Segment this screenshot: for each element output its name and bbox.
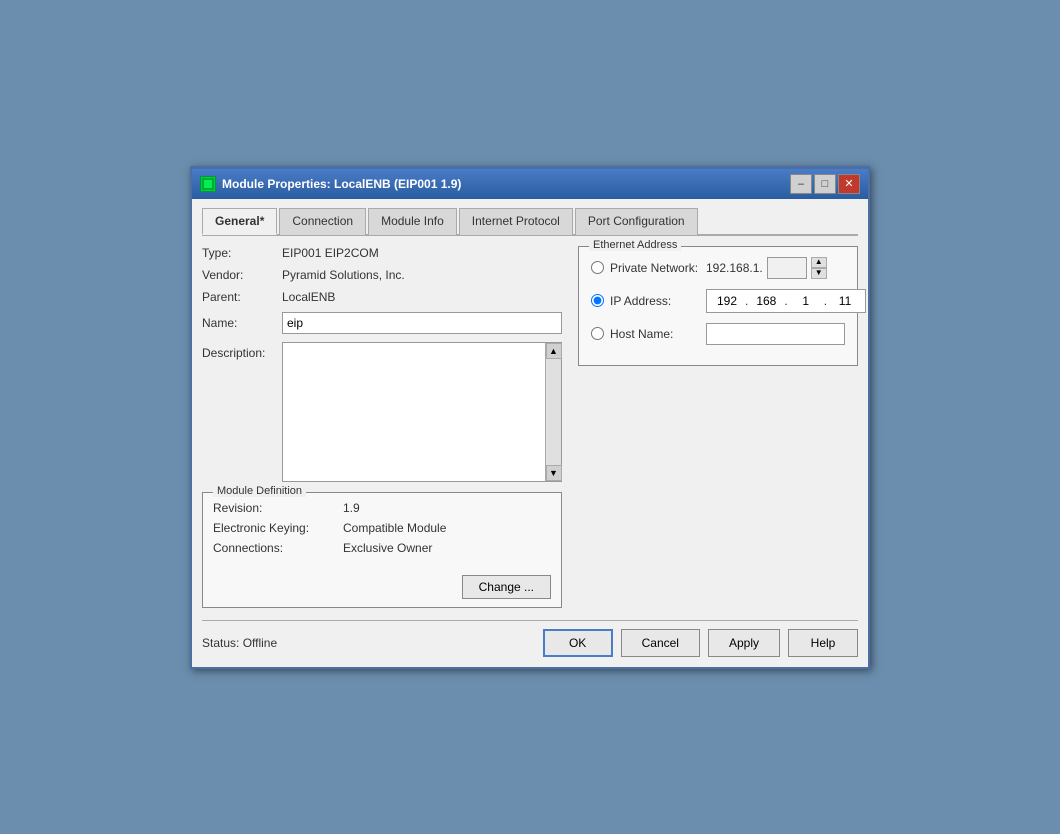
cancel-button[interactable]: Cancel [621, 629, 700, 657]
type-label: Type: [202, 246, 282, 260]
private-network-last-octet[interactable] [767, 257, 807, 279]
spin-down-button[interactable]: ▼ [811, 268, 827, 279]
vendor-value: Pyramid Solutions, Inc. [282, 268, 405, 282]
module-definition-title: Module Definition [213, 485, 306, 497]
vendor-row: Vendor: Pyramid Solutions, Inc. [202, 268, 562, 282]
revision-value: 1.9 [343, 501, 360, 515]
spinner-group: ▲ ▼ [811, 257, 827, 279]
status-value: Offline [243, 636, 277, 650]
close-button[interactable]: ✕ [838, 174, 860, 194]
tab-connection[interactable]: Connection [279, 208, 366, 235]
ip-part-1[interactable] [713, 294, 741, 308]
left-panel: Type: EIP001 EIP2COM Vendor: Pyramid Sol… [202, 246, 562, 608]
maximize-button[interactable]: □ [814, 174, 836, 194]
window-title: Module Properties: LocalENB (EIP001 1.9) [222, 177, 461, 191]
revision-row: Revision: 1.9 [213, 501, 551, 515]
vendor-label: Vendor: [202, 268, 282, 282]
status-prefix: Status: [202, 636, 243, 650]
window-icon [200, 176, 216, 192]
ip-part-4[interactable] [831, 294, 859, 308]
status-area: Status: Offline [202, 636, 277, 650]
connections-label: Connections: [213, 541, 343, 555]
electronic-keying-label: Electronic Keying: [213, 521, 343, 535]
private-network-prefix: 192.168.1. [706, 261, 763, 275]
spin-up-button[interactable]: ▲ [811, 257, 827, 268]
ip-address-row: IP Address: . . . [591, 289, 845, 313]
name-input[interactable] [282, 312, 562, 334]
description-scrollbar[interactable]: ▲ ▼ [545, 343, 561, 481]
ip-address-label: IP Address: [610, 294, 700, 308]
ip-sep-2: . [784, 294, 787, 308]
help-button[interactable]: Help [788, 629, 858, 657]
type-row: Type: EIP001 EIP2COM [202, 246, 562, 260]
ip-sep-1: . [745, 294, 748, 308]
description-label: Description: [202, 342, 282, 482]
connections-row: Connections: Exclusive Owner [213, 541, 551, 555]
footer-buttons: OK Cancel Apply Help [543, 629, 858, 657]
module-definition-group: Module Definition Revision: 1.9 Electron… [202, 492, 562, 608]
hostname-radio[interactable] [591, 327, 604, 340]
scroll-down-arrow[interactable]: ▼ [546, 465, 562, 481]
private-input-group: 192.168.1. ▲ ▼ [706, 257, 827, 279]
apply-button[interactable]: Apply [708, 629, 780, 657]
ethernet-title: Ethernet Address [589, 239, 681, 251]
change-button[interactable]: Change ... [462, 575, 551, 599]
minimize-button[interactable]: – [790, 174, 812, 194]
right-panel: Ethernet Address Private Network: 192.16… [578, 246, 858, 608]
private-network-row: Private Network: 192.168.1. ▲ ▼ [591, 257, 845, 279]
tab-module-info[interactable]: Module Info [368, 208, 457, 235]
private-network-label: Private Network: [610, 261, 700, 275]
change-btn-row: Change ... [213, 575, 551, 599]
description-wrapper: ▲ ▼ [282, 342, 562, 482]
tab-port-configuration[interactable]: Port Configuration [575, 208, 698, 235]
tab-bar: General* Connection Module Info Internet… [202, 207, 858, 236]
hostname-label: Host Name: [610, 327, 700, 341]
title-buttons: – □ ✕ [790, 174, 860, 194]
scroll-up-arrow[interactable]: ▲ [546, 343, 562, 359]
electronic-keying-value: Compatible Module [343, 521, 446, 535]
hostname-input[interactable] [706, 323, 845, 345]
name-row: Name: [202, 312, 562, 334]
revision-label: Revision: [213, 501, 343, 515]
private-network-radio[interactable] [591, 261, 604, 274]
tab-internet-protocol[interactable]: Internet Protocol [459, 208, 573, 235]
content-area: Type: EIP001 EIP2COM Vendor: Pyramid Sol… [202, 246, 858, 608]
ethernet-group: Ethernet Address Private Network: 192.16… [578, 246, 858, 366]
ip-sep-3: . [824, 294, 827, 308]
ip-part-3[interactable] [792, 294, 820, 308]
description-area: Description: ▲ ▼ [202, 342, 562, 482]
parent-value: LocalENB [282, 290, 335, 304]
description-textarea[interactable] [283, 343, 545, 481]
type-value: EIP001 EIP2COM [282, 246, 379, 260]
connections-value: Exclusive Owner [343, 541, 432, 555]
hostname-row: Host Name: [591, 323, 845, 345]
name-label: Name: [202, 316, 282, 330]
ip-address-radio[interactable] [591, 294, 604, 307]
ok-button[interactable]: OK [543, 629, 613, 657]
title-bar: Module Properties: LocalENB (EIP001 1.9)… [192, 169, 868, 199]
electronic-keying-row: Electronic Keying: Compatible Module [213, 521, 551, 535]
parent-label: Parent: [202, 290, 282, 304]
ip-part-2[interactable] [752, 294, 780, 308]
ip-address-box: . . . [706, 289, 866, 313]
footer: Status: Offline OK Cancel Apply Help [202, 620, 858, 657]
main-window: Module Properties: LocalENB (EIP001 1.9)… [190, 166, 870, 669]
window-body: General* Connection Module Info Internet… [192, 199, 868, 667]
parent-row: Parent: LocalENB [202, 290, 562, 304]
tab-general[interactable]: General* [202, 208, 277, 235]
